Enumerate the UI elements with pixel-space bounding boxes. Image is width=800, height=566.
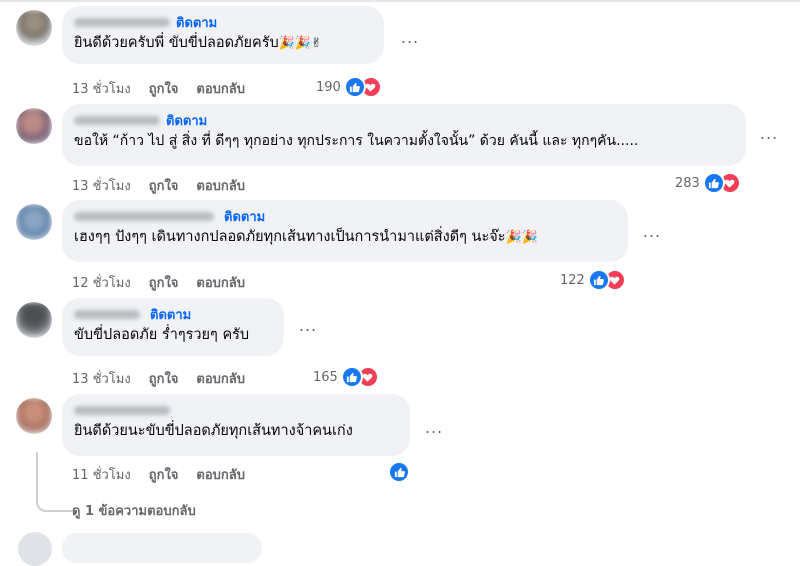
comment-actions: 13 ชั่วโมง ถูกใจ ตอบกลับ [72, 368, 263, 389]
reaction-count: 122 [560, 272, 585, 288]
timestamp[interactable]: 13 ชั่วโมง [72, 175, 131, 196]
reaction-count: 190 [316, 79, 341, 95]
like-button[interactable]: ถูกใจ [149, 78, 179, 99]
like-reaction-icon [388, 461, 410, 483]
author-name-blurred[interactable] [74, 115, 160, 125]
avatar[interactable] [16, 398, 52, 434]
comment-bubble: ติดตาม เฮงๆๆ ปังๆๆ เดินทางกปลอดภัยทุกเส้… [62, 200, 628, 262]
timestamp[interactable]: 13 ชั่วโมง [72, 368, 131, 389]
timestamp[interactable]: 13 ชั่วโมง [72, 78, 131, 99]
avatar[interactable] [16, 108, 52, 144]
reaction-summary[interactable]: 283 [675, 172, 741, 194]
author-name-blurred[interactable] [74, 405, 170, 415]
timestamp[interactable]: 12 ชั่วโมง [72, 272, 131, 293]
follow-link[interactable]: ติดตาม [166, 110, 207, 131]
reaction-summary[interactable]: 190 [316, 76, 382, 98]
comment-text: ขับขี่ปลอดภัย ร่ำๆรวยๆ ครับ [74, 327, 250, 343]
comment-bubble: ยินดีด้วยนะขับขี่ปลอดภัยทุกเส้นทางจ้าคนเ… [62, 394, 410, 456]
comment-text: ยินดีด้วยครับพี่ ขับขี่ปลอดภัยครับ🎉🎉✌ [74, 35, 322, 51]
like-button[interactable]: ถูกใจ [149, 272, 179, 293]
more-options-icon[interactable]: ... [396, 30, 424, 52]
comment-actions: 12 ชั่วโมง ถูกใจ ตอบกลับ [72, 272, 263, 293]
comment-actions: 13 ชั่วโมง ถูกใจ ตอบกลับ [72, 175, 263, 196]
comment-bubble: ติดตาม ขับขี่ปลอดภัย ร่ำๆรวยๆ ครับ [62, 298, 284, 356]
more-options-icon[interactable]: ... [755, 126, 783, 148]
emoji: 🎉🎉✌ [278, 36, 322, 51]
reaction-summary[interactable] [388, 461, 410, 483]
author-name-blurred[interactable] [74, 211, 214, 221]
reply-button[interactable]: ตอบกลับ [196, 464, 245, 485]
reaction-summary[interactable]: 122 [560, 269, 626, 291]
like-reaction-icon [702, 172, 725, 194]
avatar[interactable] [18, 532, 52, 566]
comment-text: ขอให้ “ก้าว ไป สู่ สิ่ง ที่ ดีๆๆ ทุกอย่า… [74, 133, 639, 149]
comment-bubble: ติดตาม ยินดีด้วยครับพี่ ขับขี่ปลอดภัยครั… [62, 6, 384, 64]
more-options-icon[interactable]: ... [420, 420, 448, 442]
avatar[interactable] [16, 302, 52, 338]
follow-link[interactable]: ติดตาม [224, 206, 265, 227]
follow-link[interactable]: ติดตาม [150, 304, 191, 325]
like-button[interactable]: ถูกใจ [149, 464, 179, 485]
like-button[interactable]: ถูกใจ [149, 368, 179, 389]
comment-actions: 11 ชั่วโมง ถูกใจ ตอบกลับ [72, 464, 263, 485]
reaction-count: 165 [313, 369, 338, 385]
like-reaction-icon [340, 366, 363, 388]
author-name-blurred[interactable] [74, 309, 140, 319]
reaction-summary[interactable]: 165 [313, 366, 379, 388]
comment-bubble: ติดตาม ขอให้ “ก้าว ไป สู่ สิ่ง ที่ ดีๆๆ … [62, 104, 746, 166]
more-options-icon[interactable]: ... [638, 224, 666, 246]
reply-button[interactable]: ตอบกลับ [196, 78, 245, 99]
like-reaction-icon [343, 76, 366, 98]
thread-connector-line [36, 452, 72, 512]
comment-actions: 13 ชั่วโมง ถูกใจ ตอบกลับ [72, 78, 263, 99]
emoji: 🎉🎉 [505, 230, 538, 245]
comment-bubble [62, 533, 262, 563]
timestamp[interactable]: 11 ชั่วโมง [72, 464, 131, 485]
reply-button[interactable]: ตอบกลับ [196, 368, 245, 389]
avatar[interactable] [16, 204, 52, 240]
top-divider [0, 0, 800, 2]
author-name-blurred[interactable] [74, 17, 170, 27]
reaction-count: 283 [675, 175, 700, 191]
follow-link[interactable]: ติดตาม [176, 12, 217, 33]
more-options-icon[interactable]: ... [294, 318, 322, 340]
comment-text: ยินดีด้วยนะขับขี่ปลอดภัยทุกเส้นทางจ้าคนเ… [74, 423, 353, 439]
comment-text: เฮงๆๆ ปังๆๆ เดินทางกปลอดภัยทุกเส้นทางเป็… [74, 229, 538, 245]
like-button[interactable]: ถูกใจ [149, 175, 179, 196]
reply-button[interactable]: ตอบกลับ [196, 175, 245, 196]
view-replies-link[interactable]: ดู 1 ข้อความตอบกลับ [72, 500, 196, 521]
reply-button[interactable]: ตอบกลับ [196, 272, 245, 293]
avatar[interactable] [16, 10, 52, 46]
like-reaction-icon [587, 269, 610, 291]
